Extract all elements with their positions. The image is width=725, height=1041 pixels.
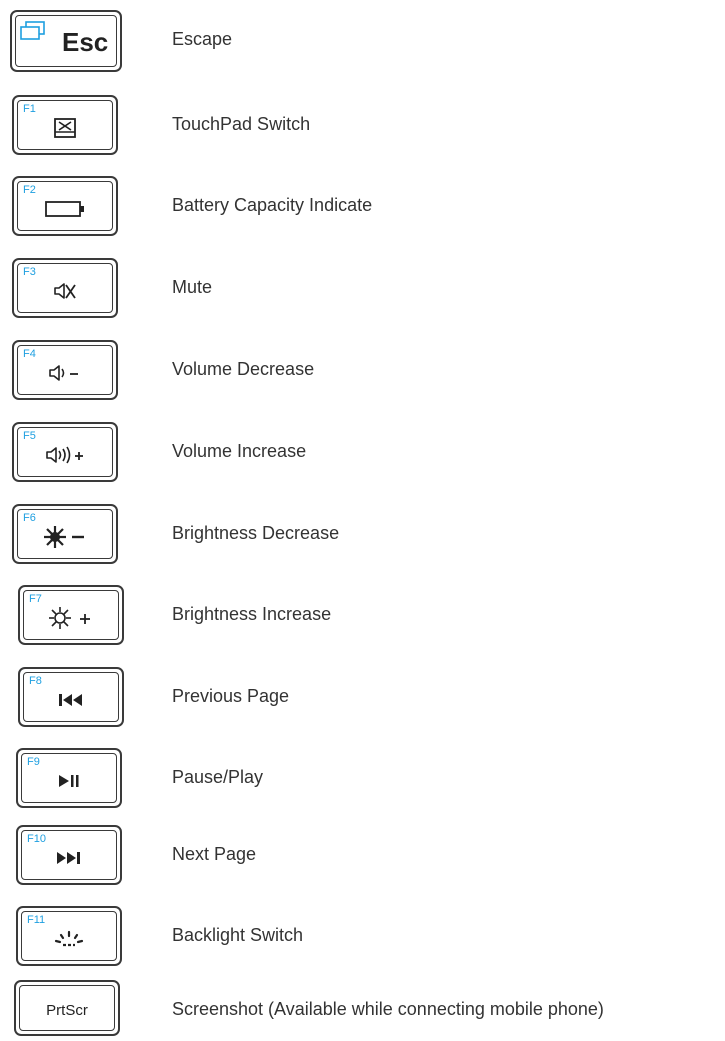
fn-label: F8 bbox=[29, 675, 42, 687]
esc-key-label: Esc bbox=[62, 27, 109, 57]
volume-up-icon bbox=[45, 445, 85, 465]
volume-down-icon bbox=[48, 363, 82, 383]
key-row-f8: F8 Previous Page bbox=[0, 664, 725, 730]
key-description: Backlight Switch bbox=[172, 925, 304, 945]
key-description: Volume Increase bbox=[172, 441, 307, 461]
f5-key[interactable]: F5 bbox=[12, 422, 118, 482]
key-row-f11: F11 Backlight Switch bbox=[0, 903, 725, 969]
f8-key[interactable]: F8 bbox=[18, 667, 124, 727]
key-row-f1: F1 TouchPad Switch bbox=[0, 92, 725, 158]
fn-label: F1 bbox=[23, 103, 36, 115]
fn-label: F6 bbox=[23, 512, 36, 524]
key-description: TouchPad Switch bbox=[172, 114, 311, 134]
key-row-f2: F2 Battery Capacity Indicate bbox=[0, 173, 725, 239]
fn-label: F11 bbox=[27, 914, 46, 926]
fn-label: F7 bbox=[29, 593, 42, 605]
key-description: Escape bbox=[172, 29, 233, 49]
key-description: Screenshot (Available while connecting m… bbox=[172, 999, 604, 1019]
backlight-icon bbox=[54, 930, 84, 948]
prtscr-key[interactable]: PrtScr bbox=[14, 980, 120, 1036]
f4-key[interactable]: F4 bbox=[12, 340, 118, 400]
f3-key[interactable]: F3 bbox=[12, 258, 118, 318]
esc-key[interactable]: Esc bbox=[10, 10, 122, 72]
brightness-up-icon bbox=[48, 606, 94, 630]
previous-track-icon bbox=[58, 693, 84, 707]
f10-key[interactable]: F10 bbox=[16, 825, 122, 885]
window-switch-icon bbox=[20, 21, 46, 46]
play-pause-icon bbox=[58, 774, 80, 788]
fn-label: F5 bbox=[23, 430, 36, 442]
key-description: Battery Capacity Indicate bbox=[172, 195, 373, 215]
fn-label: F2 bbox=[23, 184, 36, 196]
prtscr-key-label: PrtScr bbox=[46, 1002, 88, 1019]
key-description: Brightness Decrease bbox=[172, 523, 340, 543]
fn-label: F4 bbox=[23, 348, 36, 360]
f1-key[interactable]: F1 bbox=[12, 95, 118, 155]
f9-key[interactable]: F9 bbox=[16, 748, 122, 808]
key-row-f6: F6 Brightness Decrease bbox=[0, 501, 725, 567]
touchpad-icon bbox=[54, 118, 76, 139]
key-row-f3: F3 Mute bbox=[0, 255, 725, 321]
key-row-f7: F7 Brightness Increase bbox=[0, 582, 725, 648]
key-row-esc: Esc Escape bbox=[0, 7, 725, 73]
f6-key[interactable]: F6 bbox=[12, 504, 118, 564]
key-row-f9: F9 Pause/Play bbox=[0, 745, 725, 811]
next-track-icon bbox=[56, 851, 82, 865]
battery-icon bbox=[45, 200, 85, 218]
f11-key[interactable]: F11 bbox=[16, 906, 122, 966]
key-description: Mute bbox=[172, 277, 213, 297]
fn-label: F9 bbox=[27, 756, 40, 768]
key-row-f10: F10 Next Page bbox=[0, 822, 725, 888]
fn-label: F3 bbox=[23, 266, 36, 278]
key-description: Brightness Increase bbox=[172, 604, 332, 624]
key-row-f5: F5 Volume Increase bbox=[0, 419, 725, 485]
key-description: Previous Page bbox=[172, 686, 290, 706]
f7-key[interactable]: F7 bbox=[18, 585, 124, 645]
key-description: Next Page bbox=[172, 844, 257, 864]
mute-icon bbox=[53, 281, 77, 301]
key-row-f4: F4 Volume Decrease bbox=[0, 337, 725, 403]
fn-label: F10 bbox=[27, 833, 46, 845]
key-row-prtscr: PrtScr Screenshot (Available while conne… bbox=[0, 972, 725, 1041]
f2-key[interactable]: F2 bbox=[12, 176, 118, 236]
brightness-down-icon bbox=[43, 525, 87, 549]
key-description: Pause/Play bbox=[172, 767, 264, 787]
key-description: Volume Decrease bbox=[172, 359, 315, 379]
